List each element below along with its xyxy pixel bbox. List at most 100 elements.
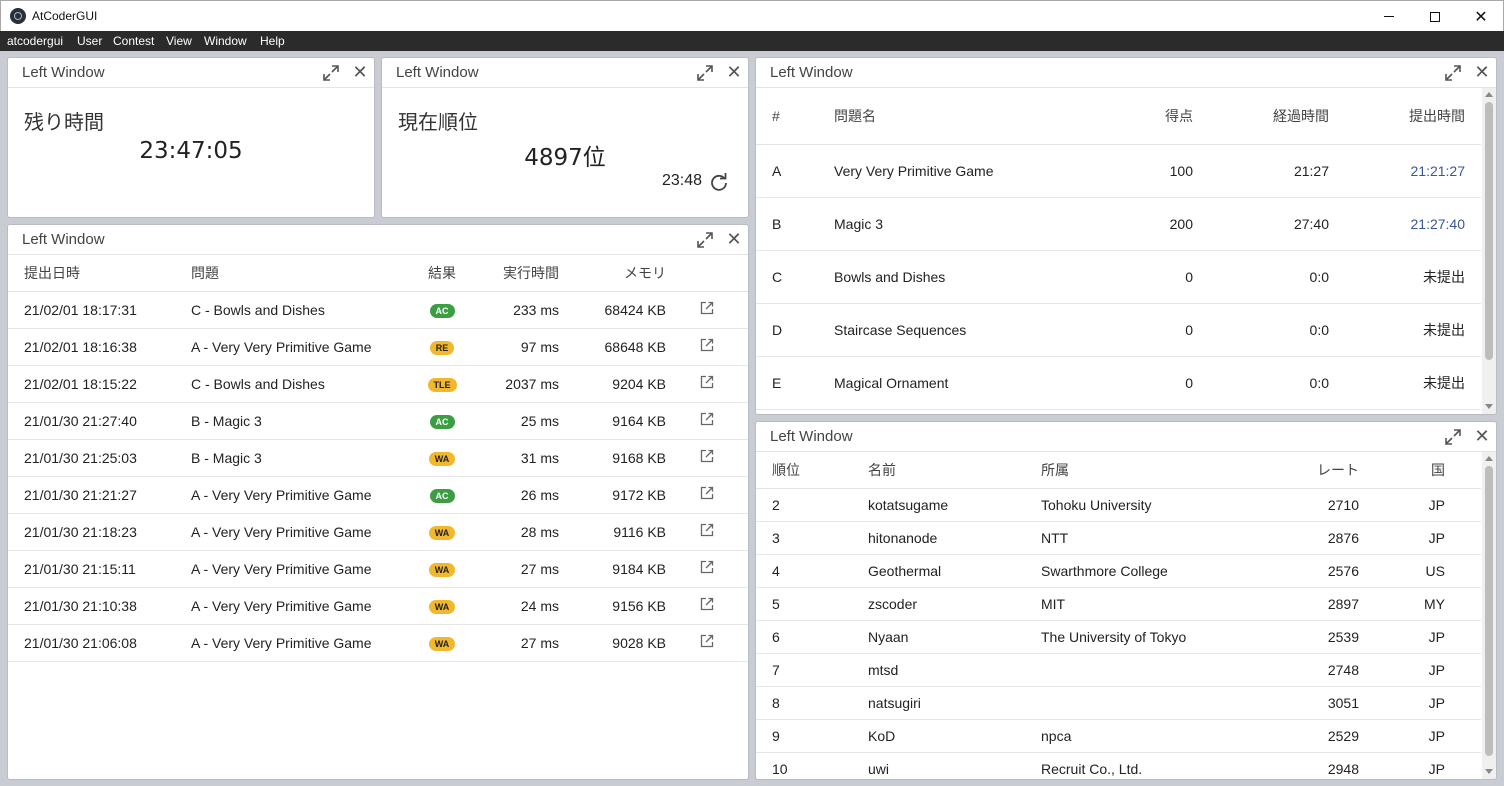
col-header-rank[interactable]: 順位 (756, 452, 868, 489)
close-icon[interactable]: ✕ (1473, 62, 1491, 82)
standing-country: US (1359, 554, 1445, 588)
col-header-result[interactable]: 結果 (411, 255, 473, 292)
col-header-time[interactable]: 実行時間 (473, 255, 559, 292)
menu-contest[interactable]: Contest (113, 34, 154, 48)
open-external-icon[interactable] (700, 338, 714, 352)
problem-submitted-link[interactable]: 21:27:40 (1329, 197, 1465, 251)
col-header-score[interactable]: 得点 (1109, 88, 1193, 145)
standing-rating: 2576 (1278, 554, 1359, 588)
standing-affiliation: The University of Tokyo (1041, 620, 1278, 654)
problem-score: 200 (1109, 197, 1193, 251)
submission-link-cell[interactable] (666, 624, 748, 662)
scroll-thumb[interactable] (1485, 466, 1493, 756)
standing-name: zscoder (868, 587, 1041, 621)
menu-window[interactable]: Window (204, 34, 247, 48)
standings-panel: Left Window ✕ 順位 名前 所属 レート 国 2 kotatsugam… (755, 421, 1497, 780)
row-spacer (1445, 587, 1481, 621)
problem-score: 0 (1109, 356, 1193, 410)
scroll-up-icon[interactable] (1485, 456, 1493, 461)
submission-link-cell[interactable] (666, 587, 748, 625)
status-badge: AC (429, 415, 455, 429)
problems-panel: Left Window ✕ # 問題名 得点 経過時間 提出時間 A Very V… (755, 57, 1497, 415)
standing-affiliation: Tohoku University (1041, 488, 1278, 522)
submission-link-cell[interactable] (666, 513, 748, 551)
submission-date: 21/01/30 21:06:08 (8, 624, 191, 662)
col-header-submitted[interactable]: 提出時間 (1329, 88, 1465, 145)
submission-link-cell[interactable] (666, 328, 748, 366)
submission-memory: 9116 KB (559, 513, 666, 551)
submission-memory: 9156 KB (559, 587, 666, 625)
open-external-icon[interactable] (700, 560, 714, 574)
col-header-memory[interactable]: メモリ (559, 255, 666, 292)
minimize-button[interactable] (1366, 1, 1412, 32)
refresh-icon[interactable] (709, 172, 729, 192)
submission-link-cell[interactable] (666, 439, 748, 477)
submission-date: 21/02/01 18:15:22 (8, 365, 191, 403)
menu-user[interactable]: User (77, 34, 102, 48)
expand-icon[interactable] (1444, 428, 1462, 446)
submission-link-cell[interactable] (666, 402, 748, 440)
col-header-problem[interactable]: 問題 (191, 255, 411, 292)
open-external-icon[interactable] (700, 597, 714, 611)
submission-result-cell: AC (411, 476, 473, 514)
col-header-elapsed[interactable]: 経過時間 (1193, 88, 1329, 145)
standing-rank: 4 (756, 554, 868, 588)
submission-exec-time: 24 ms (473, 587, 559, 625)
submission-problem: B - Magic 3 (191, 439, 411, 477)
col-header-affiliation[interactable]: 所属 (1041, 452, 1278, 489)
menu-atcodergui[interactable]: atcodergui (7, 34, 63, 48)
col-header-name[interactable]: 名前 (868, 452, 1041, 489)
open-external-icon[interactable] (700, 375, 714, 389)
problem-id: B (756, 197, 834, 251)
menu-help[interactable]: Help (260, 34, 285, 48)
expand-icon[interactable] (696, 231, 714, 249)
col-header-id[interactable]: # (756, 88, 834, 145)
col-header-name[interactable]: 問題名 (834, 88, 1109, 145)
scroll-thumb[interactable] (1485, 102, 1493, 360)
open-external-icon[interactable] (700, 634, 714, 648)
standing-affiliation: npca (1041, 719, 1278, 753)
col-header-link (666, 255, 748, 292)
maximize-button[interactable] (1412, 1, 1458, 32)
submissions-table: 提出日時 問題 結果 実行時間 メモリ 21/02/01 18:17:31 C -… (8, 255, 748, 662)
close-icon[interactable]: ✕ (1473, 426, 1491, 446)
col-header-rating[interactable]: レート (1278, 452, 1359, 489)
submission-link-cell[interactable] (666, 291, 748, 329)
submission-link-cell[interactable] (666, 476, 748, 514)
standing-country: JP (1359, 686, 1445, 720)
table-row: 21/01/30 21:27:40 B - Magic 3 AC 25 ms 9164 … (8, 402, 748, 440)
row-spacer (1465, 144, 1481, 198)
row-spacer (1445, 521, 1481, 555)
open-external-icon[interactable] (700, 449, 714, 463)
standing-name: KoD (868, 719, 1041, 753)
submission-link-cell[interactable] (666, 550, 748, 588)
expand-icon[interactable] (1444, 64, 1462, 82)
col-header-date[interactable]: 提出日時 (8, 255, 191, 292)
scroll-down-icon[interactable] (1485, 404, 1493, 409)
table-row: 21/01/30 21:06:08 A - Very Very Primitive… (8, 624, 748, 662)
open-external-icon[interactable] (700, 301, 714, 315)
standing-name: mtsd (868, 653, 1041, 687)
remaining-time-value: 23:47:05 (139, 138, 243, 164)
problems-scrollbar[interactable] (1482, 88, 1496, 414)
open-external-icon[interactable] (700, 486, 714, 500)
standings-scrollbar[interactable] (1482, 452, 1496, 779)
row-spacer (1465, 250, 1481, 304)
expand-icon[interactable] (696, 64, 714, 82)
menu-view[interactable]: View (166, 34, 192, 48)
scroll-down-icon[interactable] (1485, 769, 1493, 774)
close-icon[interactable]: ✕ (725, 62, 743, 82)
close-window-button[interactable]: ✕ (1458, 1, 1504, 32)
close-icon[interactable]: ✕ (725, 229, 743, 249)
open-external-icon[interactable] (700, 412, 714, 426)
open-external-icon[interactable] (700, 523, 714, 537)
expand-icon[interactable] (322, 64, 340, 82)
submission-link-cell[interactable] (666, 365, 748, 403)
submission-problem: C - Bowls and Dishes (191, 291, 411, 329)
table-row: 21/01/30 21:10:38 A - Very Very Primitive… (8, 587, 748, 625)
scroll-up-icon[interactable] (1485, 92, 1493, 97)
close-icon[interactable]: ✕ (351, 62, 369, 82)
panel-title: Left Window (396, 64, 479, 81)
col-header-country[interactable]: 国 (1359, 452, 1445, 489)
problem-submitted-link[interactable]: 21:21:27 (1329, 144, 1465, 198)
